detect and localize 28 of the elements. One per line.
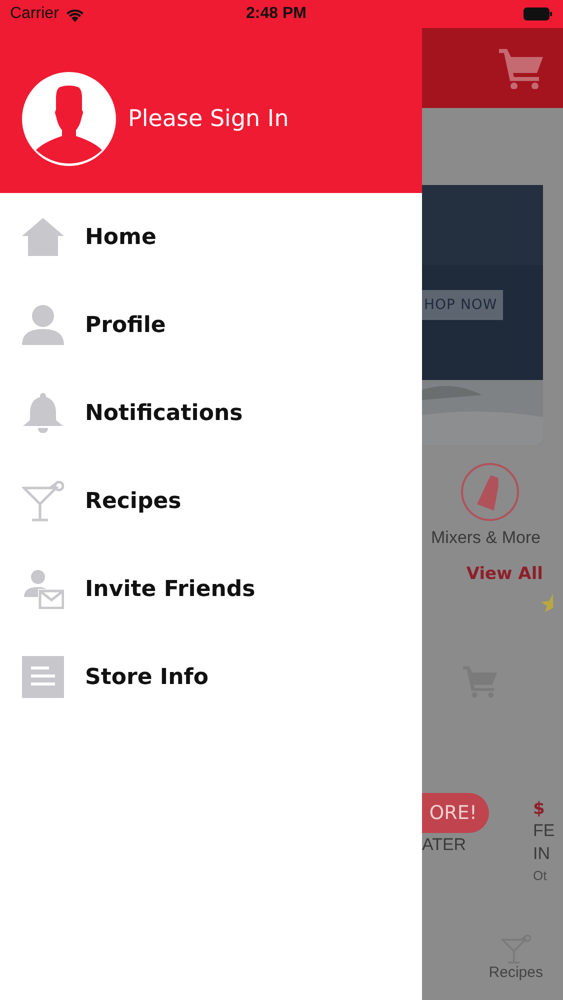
menu-item[interactable]: Store Info xyxy=(0,633,422,721)
clock-time: 2:48 PM xyxy=(246,5,306,23)
carrier-label: Carrier xyxy=(10,5,59,23)
star-icon xyxy=(541,594,553,612)
product-name: ATER xyxy=(422,835,468,855)
menu-item[interactable]: Profile xyxy=(0,281,422,369)
menu-item[interactable]: Invite Friends xyxy=(0,545,422,633)
shaker-icon[interactable] xyxy=(460,462,520,522)
sign-in-label[interactable]: Please Sign In xyxy=(128,106,289,132)
person-envelope-icon xyxy=(22,569,64,609)
more-button[interactable]: ORE! xyxy=(422,793,489,833)
avatar-icon xyxy=(22,72,116,166)
person-icon xyxy=(22,305,64,345)
product-name-line: FE xyxy=(533,820,555,842)
battery-icon xyxy=(523,7,553,21)
product-meta: Ot xyxy=(533,868,548,883)
menu-item[interactable]: Home xyxy=(0,193,422,281)
cart-icon[interactable] xyxy=(499,47,543,89)
home-icon xyxy=(22,218,64,256)
product-name-line: IN xyxy=(533,843,551,865)
document-icon xyxy=(22,656,64,698)
menu-item[interactable]: Notifications xyxy=(0,369,422,457)
bell-icon xyxy=(22,393,64,433)
menu-item[interactable]: Recipes xyxy=(0,457,422,545)
wifi-icon xyxy=(64,6,85,22)
cocktail-glass-icon xyxy=(22,480,64,522)
category-label: Mixers & More xyxy=(431,528,542,548)
product-price: $ xyxy=(533,799,546,819)
